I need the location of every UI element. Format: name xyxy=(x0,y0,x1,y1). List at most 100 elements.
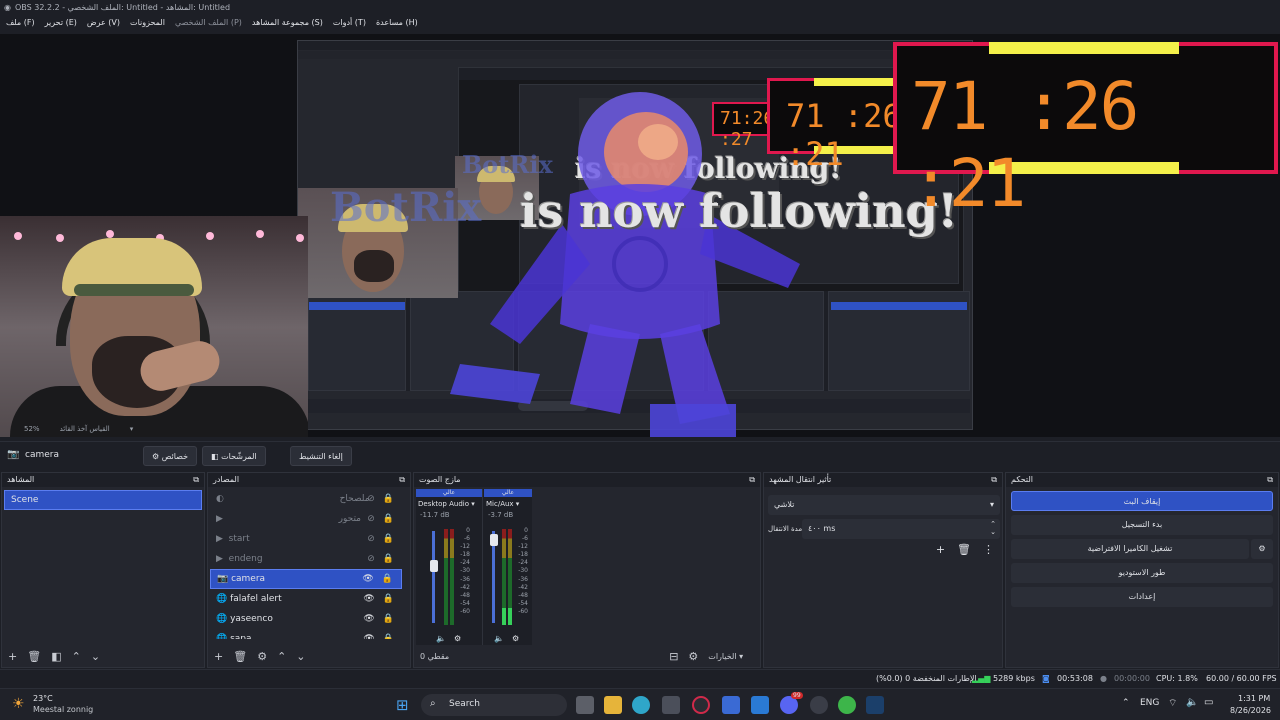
scene-filters-icon[interactable]: ◧ xyxy=(51,650,61,663)
more-options-icon[interactable]: ⋮ xyxy=(983,543,994,556)
remove-transition-icon[interactable]: 🗑 xyxy=(957,543,971,556)
app-icon[interactable] xyxy=(810,696,828,714)
virtual-camera-settings-button[interactable]: ⚙ xyxy=(1251,539,1273,559)
undock-icon[interactable]: ⧉ xyxy=(749,475,755,485)
edge-icon[interactable] xyxy=(632,696,650,714)
menu-view[interactable]: عرض (V) xyxy=(87,18,120,32)
undock-icon[interactable]: ⧉ xyxy=(193,475,199,485)
speaker-icon[interactable]: 🔈 xyxy=(436,634,446,643)
lock-icon[interactable]: 🔒 xyxy=(383,494,394,504)
monitor-icon[interactable]: ⚙ xyxy=(512,634,519,643)
studio-mode-button[interactable]: طور الاستوديو xyxy=(1011,563,1273,583)
duration-spinbox[interactable]: ٤٠٠ ms ⌃ ⌄ xyxy=(802,519,1000,539)
undock-icon[interactable]: ⧉ xyxy=(1267,475,1273,485)
eye-icon[interactable]: 👁 xyxy=(363,614,374,624)
lock-icon[interactable]: 🔒 xyxy=(383,514,394,524)
weather-temp[interactable]: 23°C xyxy=(33,694,53,703)
volume-fader-knob[interactable] xyxy=(430,559,438,572)
source-item[interactable]: 🌐 sapa 👁 🔒 xyxy=(210,629,402,639)
volume-slider[interactable] xyxy=(432,531,435,623)
source-item[interactable]: ▶ start ⊘ 🔒 xyxy=(210,529,402,549)
lock-icon[interactable]: 🔒 xyxy=(383,614,394,624)
source-item-selected[interactable]: 📷 camera 👁 🔒 xyxy=(210,569,402,589)
lock-icon[interactable]: 🔒 xyxy=(383,594,394,604)
move-up-icon[interactable]: ⌃ xyxy=(277,650,286,663)
source-item[interactable]: ▶ متحور ⊘ 🔒 xyxy=(210,509,402,529)
taskbar-search[interactable]: ⌕ Search xyxy=(421,694,567,716)
file-explorer-icon[interactable] xyxy=(604,696,622,714)
eye-hidden-icon[interactable]: ⊘ xyxy=(367,514,375,524)
source-properties-icon[interactable]: ⚙ xyxy=(257,650,267,663)
undock-icon[interactable]: ⧉ xyxy=(399,475,405,485)
app-icon[interactable] xyxy=(722,696,740,714)
eye-icon[interactable]: 👁 xyxy=(362,574,373,584)
deactivate-button[interactable]: إلغاء التنشيط xyxy=(290,446,352,466)
obs-taskbar-icon[interactable] xyxy=(692,696,710,714)
monitor-icon[interactable]: ⚙ xyxy=(454,634,461,643)
windows-start-icon[interactable]: ⊞ xyxy=(396,696,409,714)
battery-icon[interactable]: ▭ xyxy=(1204,697,1213,708)
add-transition-icon[interactable]: + xyxy=(936,543,945,556)
eye-icon[interactable]: 👁 xyxy=(363,634,374,639)
settings-button[interactable]: إعدادات xyxy=(1011,587,1273,607)
eye-hidden-icon[interactable]: ⊘ xyxy=(367,554,375,564)
zoom-dropdown-icon[interactable]: ▾ xyxy=(130,425,134,437)
speaker-icon[interactable]: 🔈 xyxy=(1186,697,1198,708)
eye-icon[interactable]: 👁 xyxy=(363,594,374,604)
volume-fader-knob[interactable] xyxy=(490,534,498,547)
source-item[interactable]: ▶ endeng ⊘ 🔒 xyxy=(210,549,402,569)
start-recording-button[interactable]: بدء التسجيل xyxy=(1011,515,1273,535)
spin-arrows-icon[interactable]: ⌃ ⌄ xyxy=(990,520,996,536)
weather-icon[interactable]: ☀ xyxy=(12,696,25,712)
eye-hidden-icon[interactable]: ⊘ xyxy=(367,494,375,504)
weather-desc[interactable]: Meestal zonnig xyxy=(33,705,93,714)
clock-time[interactable]: 1:31 PM xyxy=(1238,694,1270,703)
menu-tools[interactable]: أدوات (T) xyxy=(333,18,366,32)
speaker-icon[interactable]: 🔈 xyxy=(494,634,504,643)
undock-icon[interactable]: ⧉ xyxy=(991,475,997,485)
clock-date[interactable]: 8/26/2026 xyxy=(1230,706,1271,715)
scene-item[interactable]: Scene xyxy=(4,490,202,510)
wifi-icon[interactable]: ⌔ xyxy=(1168,697,1177,710)
channel-name[interactable]: Desktop Audio ▾ xyxy=(416,497,482,511)
start-virtual-camera-button[interactable]: تشغيل الكاميرا الافتراضية xyxy=(1011,539,1249,559)
remove-source-icon[interactable]: 🗑 xyxy=(233,650,247,663)
mixer-options-icon[interactable]: ⚙ xyxy=(688,650,698,663)
preview-canvas[interactable]: BotRix is now following! BotRix is now f… xyxy=(0,34,1280,437)
menu-docks[interactable]: المحزونات xyxy=(130,18,165,32)
add-source-icon[interactable]: + xyxy=(214,650,223,663)
move-up-icon[interactable]: ⌃ xyxy=(72,650,81,663)
move-down-icon[interactable]: ⌄ xyxy=(296,650,305,663)
options-dropdown[interactable]: الخيارات ▾ xyxy=(708,652,743,661)
menu-scene-collection[interactable]: مجموعة المشاهد (S) xyxy=(252,18,323,32)
eye-hidden-icon[interactable]: ⊘ xyxy=(367,534,375,544)
lock-icon[interactable]: 🔒 xyxy=(383,554,394,564)
menu-help[interactable]: مساعدة (H) xyxy=(376,18,418,32)
filters-button[interactable]: ◧ المرشّحات xyxy=(202,446,266,466)
language-indicator[interactable]: ENG xyxy=(1140,698,1159,708)
source-item[interactable]: 🌐 yaseenco 👁 🔒 xyxy=(210,609,402,629)
add-scene-icon[interactable]: + xyxy=(8,650,17,663)
zoom-level[interactable]: 52% xyxy=(24,425,40,437)
menu-file[interactable]: ملف (F) xyxy=(6,18,35,32)
move-down-icon[interactable]: ⌄ xyxy=(91,650,100,663)
channel-name[interactable]: Mic/Aux ▾ xyxy=(484,497,532,511)
stop-streaming-button[interactable]: إيقاف البث xyxy=(1011,491,1273,511)
steam-icon[interactable] xyxy=(866,696,884,714)
layout-toggle-icon[interactable]: ⊟ xyxy=(669,650,678,663)
task-view-icon[interactable] xyxy=(576,696,594,714)
lock-icon[interactable]: 🔒 xyxy=(382,574,393,584)
transition-type-select[interactable]: تلاشي ▾ xyxy=(768,495,1000,515)
properties-button[interactable]: ⚙ خصائص xyxy=(143,446,198,466)
lock-icon[interactable]: 🔒 xyxy=(383,534,394,544)
menu-edit[interactable]: تحرير (E) xyxy=(45,18,77,32)
app-grid-icon[interactable] xyxy=(751,696,769,714)
remove-scene-icon[interactable]: 🗑 xyxy=(27,650,41,663)
chrome-icon[interactable] xyxy=(838,696,856,714)
lock-icon[interactable]: 🔒 xyxy=(383,634,394,639)
tray-chevron-icon[interactable]: ⌃ xyxy=(1122,698,1130,708)
store-icon[interactable] xyxy=(662,696,680,714)
source-item[interactable]: 🌐 falafel alert 👁 🔒 xyxy=(210,589,402,609)
source-item[interactable]: ◐ ملصحاح ⊘ 🔒 xyxy=(210,489,402,509)
menu-profile[interactable]: الملف الشخصي (P) xyxy=(175,18,242,32)
